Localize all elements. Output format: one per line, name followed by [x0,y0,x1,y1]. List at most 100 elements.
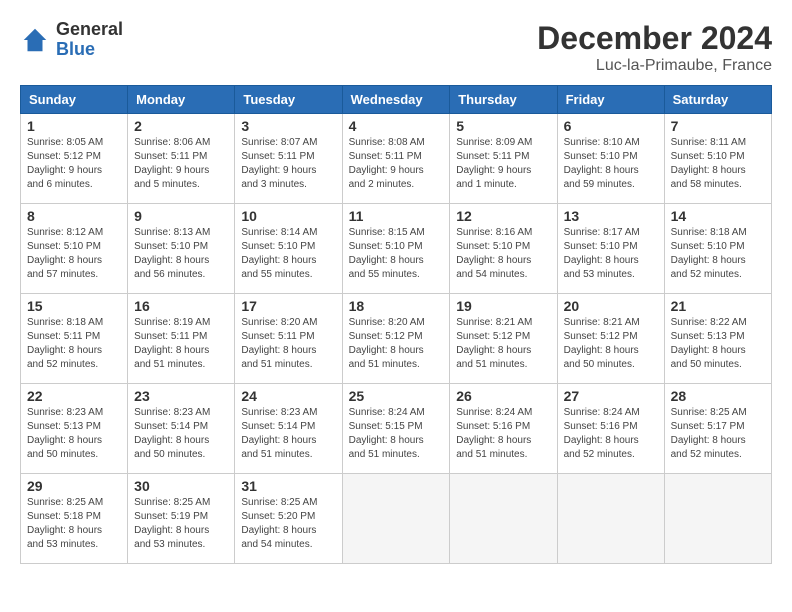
table-row: 30 Sunrise: 8:25 AM Sunset: 5:19 PM Dayli… [128,474,235,564]
col-sunday: Sunday [21,86,128,114]
day-info: Sunrise: 8:24 AM Sunset: 5:15 PM Dayligh… [349,406,444,462]
day-number: 5 [456,118,550,134]
day-number: 18 [349,298,444,314]
table-row: 20Sunrise: 8:21 AM Sunset: 5:12 PM Dayli… [557,294,664,384]
day-number: 27 [564,388,658,404]
table-row: 31Sunrise: 8:25 AM Sunset: 5:20 PM Dayli… [235,474,342,564]
day-number: 4 [349,118,444,134]
calendar-table: Sunday Monday Tuesday Wednesday Thursday… [20,85,772,564]
table-row: 12 Sunrise: 8:16 AM Sunset: 5:10 PM Dayli… [450,204,557,294]
table-row: 9 Sunrise: 8:13 AM Sunset: 5:10 PM Daylig… [128,204,235,294]
day-number: 24 [241,388,335,404]
day-info: Sunrise: 8:25 AM Sunset: 5:17 PM Dayligh… [671,406,765,462]
day-number: 7 [671,118,765,134]
day-number: 21 [671,298,765,314]
day-number: 15 [27,298,121,314]
table-row: 4 Sunrise: 8:08 AM Sunset: 5:11 PM Daylig… [342,114,450,204]
day-number: 30 [134,478,228,494]
table-row: 25 Sunrise: 8:24 AM Sunset: 5:15 PM Dayli… [342,384,450,474]
table-row: 18 Sunrise: 8:20 AM Sunset: 5:12 PM Dayli… [342,294,450,384]
table-row: 1 Sunrise: 8:05 AM Sunset: 5:12 PM Daylig… [21,114,128,204]
day-number: 20 [564,298,658,314]
logo-general-text: General [56,20,123,40]
day-number: 16 [134,298,228,314]
day-number: 3 [241,118,335,134]
table-row [664,474,771,564]
col-friday: Friday [557,86,664,114]
day-number: 14 [671,208,765,224]
table-row: 10 Sunrise: 8:14 AM Sunset: 5:10 PM Dayli… [235,204,342,294]
calendar-week-row: 29 Sunrise: 8:25 AM Sunset: 5:18 PM Dayli… [21,474,772,564]
day-number: 2 [134,118,228,134]
table-row: 5 Sunrise: 8:09 AM Sunset: 5:11 PM Daylig… [450,114,557,204]
day-info: Sunrise: 8:10 AM Sunset: 5:10 PM Dayligh… [564,136,658,192]
table-row: 27 Sunrise: 8:24 AM Sunset: 5:16 PM Dayli… [557,384,664,474]
day-info: Sunrise: 8:24 AM Sunset: 5:16 PM Dayligh… [456,406,550,462]
title-section: December 2024 Luc-la-Primaube, France [537,20,772,75]
day-number: 22 [27,388,121,404]
table-row: 19Sunrise: 8:21 AM Sunset: 5:12 PM Dayli… [450,294,557,384]
month-year-title: December 2024 [537,20,772,57]
table-row: 7Sunrise: 8:11 AM Sunset: 5:10 PM Daylig… [664,114,771,204]
calendar-week-row: 8Sunrise: 8:12 AM Sunset: 5:10 PM Daylig… [21,204,772,294]
col-thursday: Thursday [450,86,557,114]
col-saturday: Saturday [664,86,771,114]
logo: General Blue [20,20,123,60]
day-info: Sunrise: 8:15 AM Sunset: 5:10 PM Dayligh… [349,226,444,282]
table-row: 22Sunrise: 8:23 AM Sunset: 5:13 PM Dayli… [21,384,128,474]
table-row: 29 Sunrise: 8:25 AM Sunset: 5:18 PM Dayli… [21,474,128,564]
calendar-header-row: Sunday Monday Tuesday Wednesday Thursday… [21,86,772,114]
day-number: 25 [349,388,444,404]
day-number: 29 [27,478,121,494]
day-info: Sunrise: 8:13 AM Sunset: 5:10 PM Dayligh… [134,226,228,282]
day-number: 31 [241,478,335,494]
day-info: Sunrise: 8:12 AM Sunset: 5:10 PM Dayligh… [27,226,121,282]
table-row: 24 Sunrise: 8:23 AM Sunset: 5:14 PM Dayli… [235,384,342,474]
day-info: Sunrise: 8:05 AM Sunset: 5:12 PM Dayligh… [27,136,121,192]
table-row: 15 Sunrise: 8:18 AM Sunset: 5:11 PM Dayli… [21,294,128,384]
table-row: 13Sunrise: 8:17 AM Sunset: 5:10 PM Dayli… [557,204,664,294]
day-info: Sunrise: 8:20 AM Sunset: 5:12 PM Dayligh… [349,316,444,372]
day-info: Sunrise: 8:18 AM Sunset: 5:10 PM Dayligh… [671,226,765,282]
day-number: 19 [456,298,550,314]
day-number: 12 [456,208,550,224]
day-number: 1 [27,118,121,134]
logo-icon [20,25,50,55]
col-tuesday: Tuesday [235,86,342,114]
table-row: 3Sunrise: 8:07 AM Sunset: 5:11 PM Daylig… [235,114,342,204]
day-info: Sunrise: 8:14 AM Sunset: 5:10 PM Dayligh… [241,226,335,282]
table-row [450,474,557,564]
table-row: 28 Sunrise: 8:25 AM Sunset: 5:17 PM Dayli… [664,384,771,474]
calendar-week-row: 15 Sunrise: 8:18 AM Sunset: 5:11 PM Dayli… [21,294,772,384]
day-info: Sunrise: 8:09 AM Sunset: 5:11 PM Dayligh… [456,136,550,192]
day-info: Sunrise: 8:18 AM Sunset: 5:11 PM Dayligh… [27,316,121,372]
page-header: General Blue December 2024 Luc-la-Primau… [20,20,772,75]
day-info: Sunrise: 8:08 AM Sunset: 5:11 PM Dayligh… [349,136,444,192]
day-number: 6 [564,118,658,134]
day-number: 28 [671,388,765,404]
day-number: 11 [349,208,444,224]
calendar-week-row: 1 Sunrise: 8:05 AM Sunset: 5:12 PM Daylig… [21,114,772,204]
day-number: 9 [134,208,228,224]
day-info: Sunrise: 8:25 AM Sunset: 5:18 PM Dayligh… [27,496,121,552]
day-info: Sunrise: 8:24 AM Sunset: 5:16 PM Dayligh… [564,406,658,462]
day-info: Sunrise: 8:23 AM Sunset: 5:14 PM Dayligh… [134,406,228,462]
table-row: 8Sunrise: 8:12 AM Sunset: 5:10 PM Daylig… [21,204,128,294]
table-row: 23 Sunrise: 8:23 AM Sunset: 5:14 PM Dayli… [128,384,235,474]
logo-text: General Blue [56,20,123,60]
day-number: 26 [456,388,550,404]
calendar-week-row: 22Sunrise: 8:23 AM Sunset: 5:13 PM Dayli… [21,384,772,474]
table-row: 6 Sunrise: 8:10 AM Sunset: 5:10 PM Daylig… [557,114,664,204]
location-text: Luc-la-Primaube, France [537,57,772,75]
day-info: Sunrise: 8:25 AM Sunset: 5:19 PM Dayligh… [134,496,228,552]
day-number: 13 [564,208,658,224]
day-info: Sunrise: 8:16 AM Sunset: 5:10 PM Dayligh… [456,226,550,282]
table-row: 21Sunrise: 8:22 AM Sunset: 5:13 PM Dayli… [664,294,771,384]
day-info: Sunrise: 8:19 AM Sunset: 5:11 PM Dayligh… [134,316,228,372]
col-monday: Monday [128,86,235,114]
day-number: 10 [241,208,335,224]
day-info: Sunrise: 8:20 AM Sunset: 5:11 PM Dayligh… [241,316,335,372]
table-row: 17Sunrise: 8:20 AM Sunset: 5:11 PM Dayli… [235,294,342,384]
day-number: 23 [134,388,228,404]
day-info: Sunrise: 8:23 AM Sunset: 5:14 PM Dayligh… [241,406,335,462]
